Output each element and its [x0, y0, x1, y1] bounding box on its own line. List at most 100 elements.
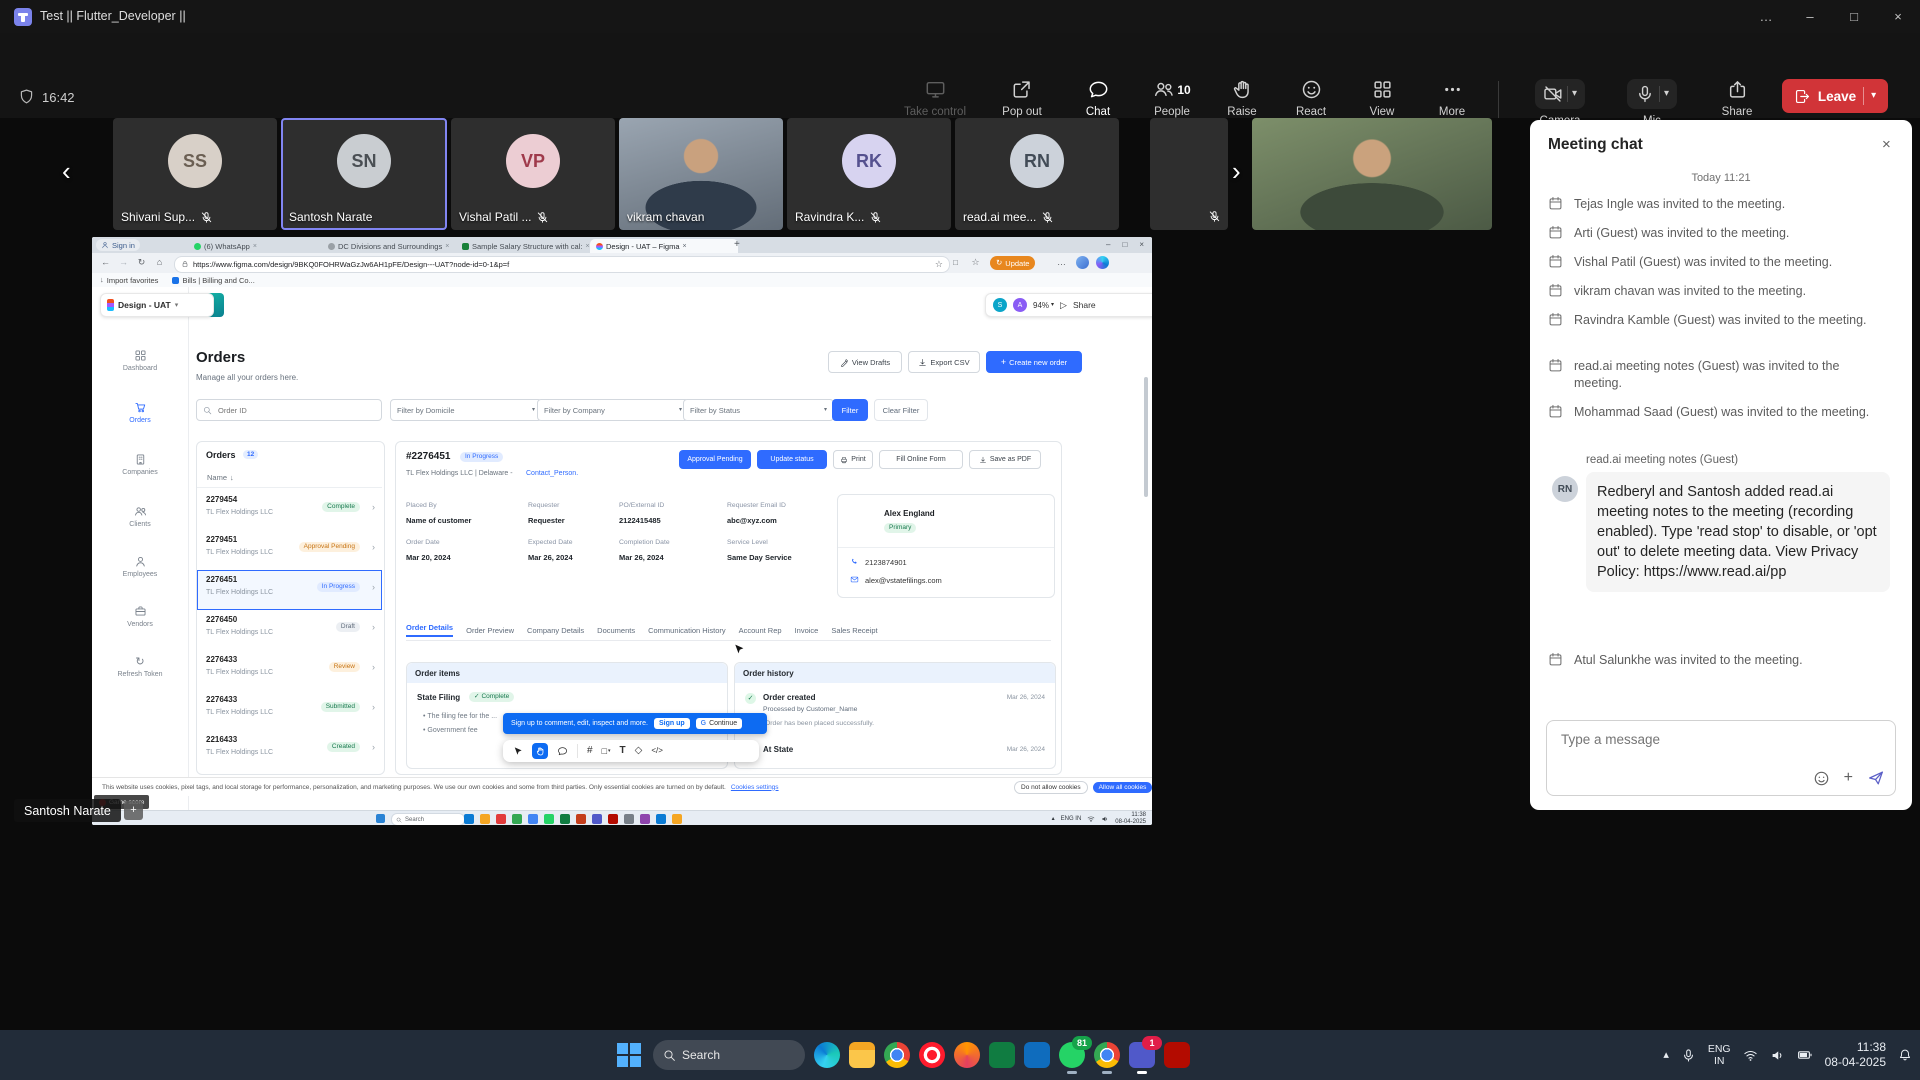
order-row[interactable]: 2276433TL Flex Holdings LLC Submitted› — [197, 690, 382, 730]
taskbar-app-icon[interactable] — [656, 814, 666, 824]
attach-plus-icon[interactable]: + — [1844, 770, 1853, 786]
cookie-settings-link[interactable]: Cookies settings — [731, 784, 779, 791]
browser-menu-icon[interactable]: … — [1054, 255, 1069, 270]
update-status-button[interactable]: Update status — [757, 450, 827, 469]
favorites-bills-link[interactable]: Bills | Billing and Co... — [172, 276, 254, 285]
sidebar-item-dashboard[interactable]: Dashboard — [92, 349, 188, 372]
taskbar-app-icon[interactable] — [608, 814, 618, 824]
favorites-import-button[interactable]: ↓ Import favorites — [100, 276, 158, 285]
print-button[interactable]: Print — [833, 450, 873, 469]
tab-company-details[interactable]: Company Details — [527, 626, 584, 635]
outlook-icon[interactable] — [1024, 1042, 1050, 1068]
presenter-pin-button[interactable]: + — [124, 801, 143, 820]
sign-up-button[interactable]: Sign up — [654, 718, 690, 729]
opera-icon[interactable] — [919, 1042, 945, 1068]
approval-pending-button[interactable]: Approval Pending — [679, 450, 751, 469]
taskbar-app-icon[interactable] — [640, 814, 650, 824]
acrobat-icon[interactable] — [1164, 1042, 1190, 1068]
refresh-icon[interactable]: ↻ — [134, 255, 149, 270]
titlebar-more-icon[interactable]: … — [1744, 0, 1788, 33]
contact-phone[interactable]: 2123874901 — [865, 558, 907, 567]
participant-tile[interactable]: SS Shivani Sup... — [113, 118, 277, 230]
sidebar-item-companies[interactable]: Companies — [92, 453, 188, 476]
sidebar-item-employees[interactable]: Employees — [92, 555, 188, 578]
browser-tab-whatsapp[interactable]: (6) WhatsApp × — [188, 239, 328, 253]
order-row[interactable]: 2279454TL Flex Holdings LLC Complete› — [197, 490, 382, 530]
contact-person-link[interactable]: Contact_Person. — [526, 470, 578, 477]
mic-chevron-icon[interactable]: ▾ — [1664, 89, 1669, 99]
code-tool-icon[interactable]: </> — [651, 747, 663, 755]
taskbar-app-icon[interactable] — [544, 814, 554, 824]
tray-chevron-icon[interactable]: ▴ — [1663, 1050, 1669, 1061]
edge-icon[interactable] — [814, 1042, 840, 1068]
scrollbar-thumb[interactable] — [1144, 377, 1148, 497]
taskbar-app-icon[interactable] — [528, 814, 538, 824]
whatsapp-icon[interactable]: 81 — [1059, 1042, 1085, 1068]
filter-domicile-select[interactable]: Filter by Domicile▾ — [390, 399, 542, 421]
browser-maximize-icon[interactable]: □ — [1122, 241, 1127, 249]
filter-status-select[interactable]: Filter by Status▾ — [683, 399, 834, 421]
new-tab-icon[interactable]: + — [734, 240, 740, 250]
participant-tile[interactable]: VP Vishal Patil ... — [451, 118, 615, 230]
volume-icon[interactable] — [1770, 1048, 1785, 1063]
sidebar-item-orders[interactable]: Orders — [92, 401, 188, 424]
participant-tile-video-large[interactable] — [1252, 118, 1492, 230]
order-row-selected[interactable]: 2276451TL Flex Holdings LLC In Progress› — [197, 570, 382, 610]
participant-tile-video[interactable]: vikram chavan — [619, 118, 783, 230]
taskbar-app-icon[interactable] — [592, 814, 602, 824]
battery-icon[interactable] — [1797, 1047, 1813, 1063]
split-screen-icon[interactable]: □ — [948, 255, 963, 270]
frame-tool-icon[interactable]: # — [587, 746, 593, 756]
back-icon[interactable]: ← — [98, 255, 113, 270]
taskbar-app-icon[interactable] — [496, 814, 506, 824]
chrome-icon[interactable] — [1094, 1042, 1120, 1068]
tab-close-icon[interactable]: × — [683, 243, 687, 250]
emoji-icon[interactable] — [1813, 770, 1830, 787]
tab-sales-receipt[interactable]: Sales Receipt — [831, 626, 877, 635]
maximize-icon[interactable]: □ — [1832, 0, 1876, 33]
taskbar-app-icon[interactable] — [672, 814, 682, 824]
taskbar-app-icon[interactable] — [512, 814, 522, 824]
zoom-control[interactable]: 94%▾ — [1033, 301, 1054, 310]
browser-minimize-icon[interactable]: – — [1106, 241, 1110, 249]
tab-invoice[interactable]: Invoice — [795, 626, 819, 635]
browser-tab-sheet[interactable]: Sample Salary Structure with cal: × — [456, 239, 596, 253]
participant-tile-partial[interactable] — [1150, 118, 1228, 230]
order-row[interactable]: 2276433TL Flex Holdings LLC Review› — [197, 650, 382, 690]
cursor-tool-icon[interactable] — [512, 746, 523, 757]
excel-icon[interactable] — [989, 1042, 1015, 1068]
minimize-icon[interactable]: – — [1788, 0, 1832, 33]
participant-tile[interactable]: RK Ravindra K... — [787, 118, 951, 230]
forward-icon[interactable]: → — [116, 255, 131, 270]
tab-close-icon[interactable]: × — [585, 243, 589, 250]
chat-close-icon[interactable]: × — [1882, 137, 1891, 152]
clock[interactable]: 11:3808-04-2025 — [1825, 1040, 1886, 1070]
browser-update-button[interactable]: ↻ Update — [990, 256, 1035, 270]
collaborator-avatar[interactable]: S — [993, 298, 1007, 312]
figma-file-chip[interactable]: Design - UAT ▾ — [100, 293, 214, 317]
figma-share-button[interactable]: Share — [1073, 300, 1096, 310]
order-row[interactable]: 2279451TL Flex Holdings LLC Approval Pen… — [197, 530, 382, 570]
browser-close-icon[interactable]: × — [1139, 241, 1144, 249]
tab-order-preview[interactable]: Order Preview — [466, 626, 514, 635]
browser-tab-dc-divisions[interactable]: DC Divisions and Surroundings × — [322, 239, 462, 253]
participant-tile-active-speaker[interactable]: SN Santosh Narate — [281, 118, 447, 230]
hand-tool-icon-active[interactable] — [532, 743, 548, 759]
taskbar-app-icon[interactable] — [480, 814, 490, 824]
message-input[interactable] — [1559, 731, 1873, 748]
deny-cookies-button[interactable]: Do not allow cookies — [1014, 781, 1088, 794]
order-row[interactable]: 2216433TL Flex Holdings LLC Created› — [197, 730, 382, 770]
bookmark-star-icon[interactable]: ☆ — [935, 260, 943, 269]
chrome-icon[interactable] — [884, 1042, 910, 1068]
send-icon[interactable] — [1867, 769, 1885, 787]
file-chevron-icon[interactable]: ▾ — [175, 302, 179, 309]
fill-online-form-button[interactable]: Fill Online Form — [879, 450, 963, 469]
wifi-icon[interactable] — [1743, 1048, 1758, 1063]
tab-order-details[interactable]: Order Details — [406, 623, 453, 637]
sidebar-item-clients[interactable]: Clients — [92, 505, 188, 528]
taskbar-app-icon[interactable] — [560, 814, 570, 824]
taskbar-app-icon[interactable] — [576, 814, 586, 824]
view-drafts-button[interactable]: View Drafts — [828, 351, 902, 373]
remote-search[interactable]: Search — [391, 813, 465, 825]
shape-tool-icon[interactable]: □▾ — [602, 747, 611, 756]
